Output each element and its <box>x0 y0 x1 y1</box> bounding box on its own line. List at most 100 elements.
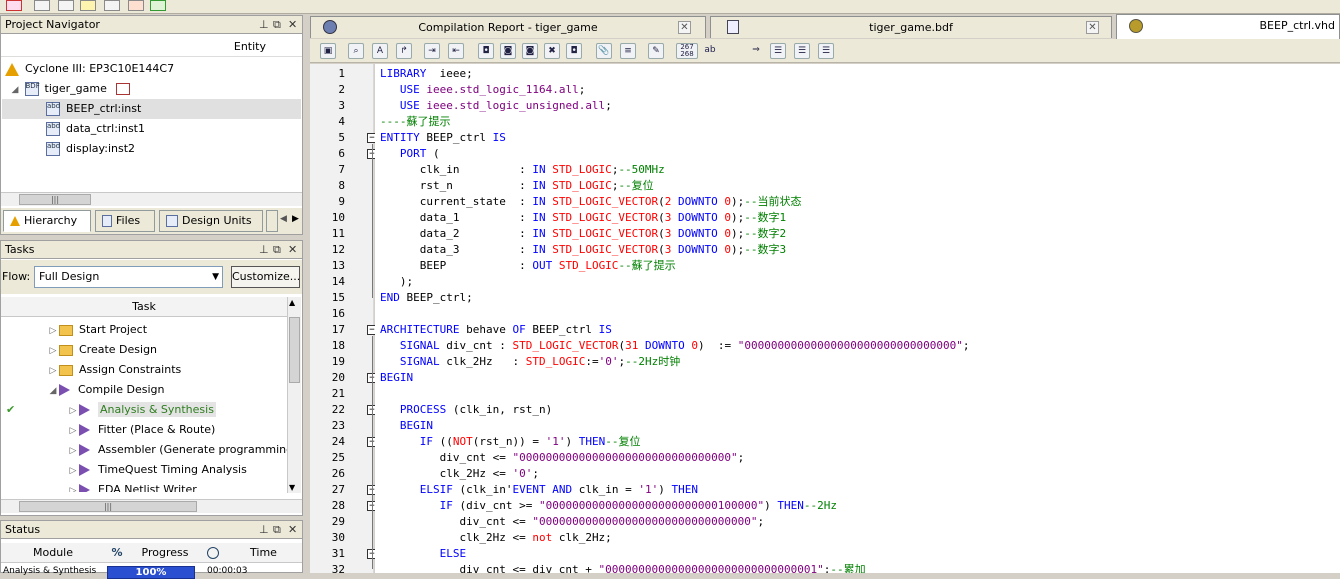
close-icon[interactable]: ✕ <box>288 522 297 537</box>
float-icon[interactable]: ⧉ <box>273 522 281 537</box>
expand-arrow-icon[interactable]: ▷ <box>67 461 79 481</box>
toggle-bookmark-icon[interactable]: ◘ <box>566 43 582 59</box>
task-column-header[interactable]: Task <box>1 297 287 317</box>
float-icon[interactable]: ⧉ <box>273 17 281 32</box>
close-tab-icon[interactable]: ✕ <box>1086 21 1099 34</box>
insert-template-icon[interactable]: ≡ <box>620 43 636 59</box>
close-tab-icon[interactable]: ✕ <box>678 21 691 34</box>
clear-bookmarks-icon[interactable]: ✖ <box>544 43 560 59</box>
float-icon[interactable]: ⧉ <box>273 242 281 257</box>
tab-overflow[interactable] <box>266 210 278 232</box>
close-icon[interactable]: ✕ <box>288 242 297 257</box>
expand-arrow-icon[interactable]: ▷ <box>67 421 79 441</box>
bookmark-icon[interactable]: ◘ <box>478 43 494 59</box>
tab-design-units[interactable]: Design Units <box>159 210 263 232</box>
task-row[interactable]: ▷ Assembler (Generate programming files) <box>1 440 287 460</box>
collapse-arrow-icon[interactable]: ◢ <box>9 80 21 100</box>
line-numbers-icon[interactable]: 267 268 <box>676 43 698 59</box>
progress-column-header[interactable]: Progress <box>129 543 201 563</box>
time-label-header[interactable]: Time <box>225 543 302 563</box>
pin-icon[interactable]: ⊥ <box>259 17 269 32</box>
horizontal-scrollbar[interactable]: ||| <box>1 192 302 206</box>
expand-arrow-icon[interactable]: ▷ <box>47 361 59 381</box>
pin-icon[interactable]: ⊥ <box>259 242 269 257</box>
play-icon <box>59 384 70 396</box>
spellcheck-icon[interactable]: ab <box>702 43 718 59</box>
task-row[interactable]: ▷ EDA Netlist Writer <box>1 480 287 492</box>
report-icon[interactable] <box>104 0 120 11</box>
pin-icon[interactable]: ⊥ <box>259 522 269 537</box>
horizontal-scrollbar[interactable]: ||| <box>1 499 302 513</box>
percent-column-header[interactable]: % <box>105 543 129 563</box>
find-icon[interactable]: ⌕ <box>348 43 364 59</box>
task-label: Compile Design <box>78 383 165 396</box>
compile-icon[interactable] <box>34 0 50 11</box>
jump-icon[interactable]: ⇒ <box>748 43 764 59</box>
task-row[interactable]: ▷ Start Project <box>1 320 287 340</box>
task-row[interactable]: ▷ Assign Constraints <box>1 360 287 380</box>
align-right-icon[interactable]: ☰ <box>818 43 834 59</box>
close-icon[interactable]: ✕ <box>288 17 297 32</box>
code-line: USE ieee.std_logic_unsigned.all; <box>399 99 612 112</box>
comment-icon[interactable]: ✎ <box>648 43 664 59</box>
task-row[interactable]: ✔ ▷ Analysis & Synthesis <box>1 400 287 420</box>
new-window-icon[interactable]: ▣ <box>320 43 336 59</box>
panel-title: Tasks <box>5 243 35 256</box>
task-label: Fitter (Place & Route) <box>98 423 216 436</box>
programmer-icon[interactable] <box>128 0 144 11</box>
tab-hierarchy[interactable]: Hierarchy <box>3 210 91 232</box>
task-row[interactable]: ▷ Fitter (Place & Route) <box>1 420 287 440</box>
line-number: 3 <box>338 99 345 112</box>
code-line: ELSE <box>439 547 467 560</box>
tab-bdf[interactable]: tiger_game.bdf ✕ <box>710 16 1112 38</box>
tab-beep-ctrl[interactable]: BEEP_ctrl.vhd <box>1116 14 1340 39</box>
scrollbar-thumb[interactable] <box>289 317 300 383</box>
time-column-header[interactable] <box>201 543 225 563</box>
tree-item[interactable]: abd data_ctrl:inst1 <box>2 119 145 139</box>
hierarchy-tab-icon <box>10 216 20 226</box>
expand-arrow-icon[interactable]: ▷ <box>47 341 59 361</box>
replace-icon[interactable]: A <box>372 43 388 59</box>
scroll-up-icon[interactable]: ▲ <box>289 298 295 307</box>
module-column-header[interactable]: Module <box>1 543 105 563</box>
task-row[interactable]: ▷ Create Design <box>1 340 287 360</box>
flow-select[interactable]: Full Design ▼ <box>34 266 223 288</box>
indent-icon[interactable]: ⇥ <box>424 43 440 59</box>
clock-icon <box>207 547 219 559</box>
entity-column-header[interactable]: Entity <box>1 37 302 57</box>
next-bookmark-icon[interactable]: ◙ <box>500 43 516 59</box>
top-entity-row[interactable]: ◢ BDF tiger_game <box>9 79 131 100</box>
tab-scroll-right-icon[interactable]: ▶ <box>292 214 299 224</box>
timing-icon[interactable] <box>80 0 96 11</box>
code-line: current_state : IN STD_LOGIC_VECTOR(2 DO… <box>380 195 802 208</box>
collapse-arrow-icon[interactable]: ◢ <box>47 381 59 401</box>
code-editor[interactable]: LIBRARY ieee; USE ieee.std_logic_1164.al… <box>375 64 1340 573</box>
scroll-down-icon[interactable]: ▼ <box>289 483 295 492</box>
task-row[interactable]: ▷ TimeQuest Timing Analysis <box>1 460 287 480</box>
expand-arrow-icon[interactable]: ▷ <box>67 481 79 492</box>
align-center-icon[interactable]: ☰ <box>794 43 810 59</box>
expand-arrow-icon[interactable]: ▷ <box>67 401 79 421</box>
tree-item[interactable]: abd BEEP_ctrl:inst <box>2 99 301 119</box>
expand-arrow-icon[interactable]: ▷ <box>47 321 59 341</box>
check-icon[interactable] <box>150 0 166 11</box>
tab-compilation-report[interactable]: Compilation Report - tiger_game ✕ <box>310 16 706 38</box>
goto-line-icon[interactable]: ↱ <box>396 43 412 59</box>
vertical-scrollbar[interactable]: ▲ ▼ <box>287 297 301 493</box>
stop-icon[interactable] <box>6 0 22 11</box>
tree-item[interactable]: abd display:inst2 <box>2 139 135 159</box>
tab-files[interactable]: Files <box>95 210 155 232</box>
task-row[interactable]: ◢ Compile Design <box>1 380 287 400</box>
unindent-icon[interactable]: ⇤ <box>448 43 464 59</box>
device-row[interactable]: Cyclone III: EP3C10E144C7 <box>5 59 174 79</box>
attach-icon[interactable]: 📎 <box>596 43 612 59</box>
analysis-icon[interactable] <box>58 0 74 11</box>
align-left-icon[interactable]: ☰ <box>770 43 786 59</box>
expand-arrow-icon[interactable]: ▷ <box>67 441 79 461</box>
scrollbar-thumb[interactable]: ||| <box>19 194 91 205</box>
fold-guide <box>372 160 373 282</box>
customize-button[interactable]: Customize... <box>231 266 300 288</box>
tab-scroll-left-icon[interactable]: ◀ <box>280 214 287 224</box>
prev-bookmark-icon[interactable]: ◙ <box>522 43 538 59</box>
scrollbar-thumb[interactable]: ||| <box>19 501 197 512</box>
